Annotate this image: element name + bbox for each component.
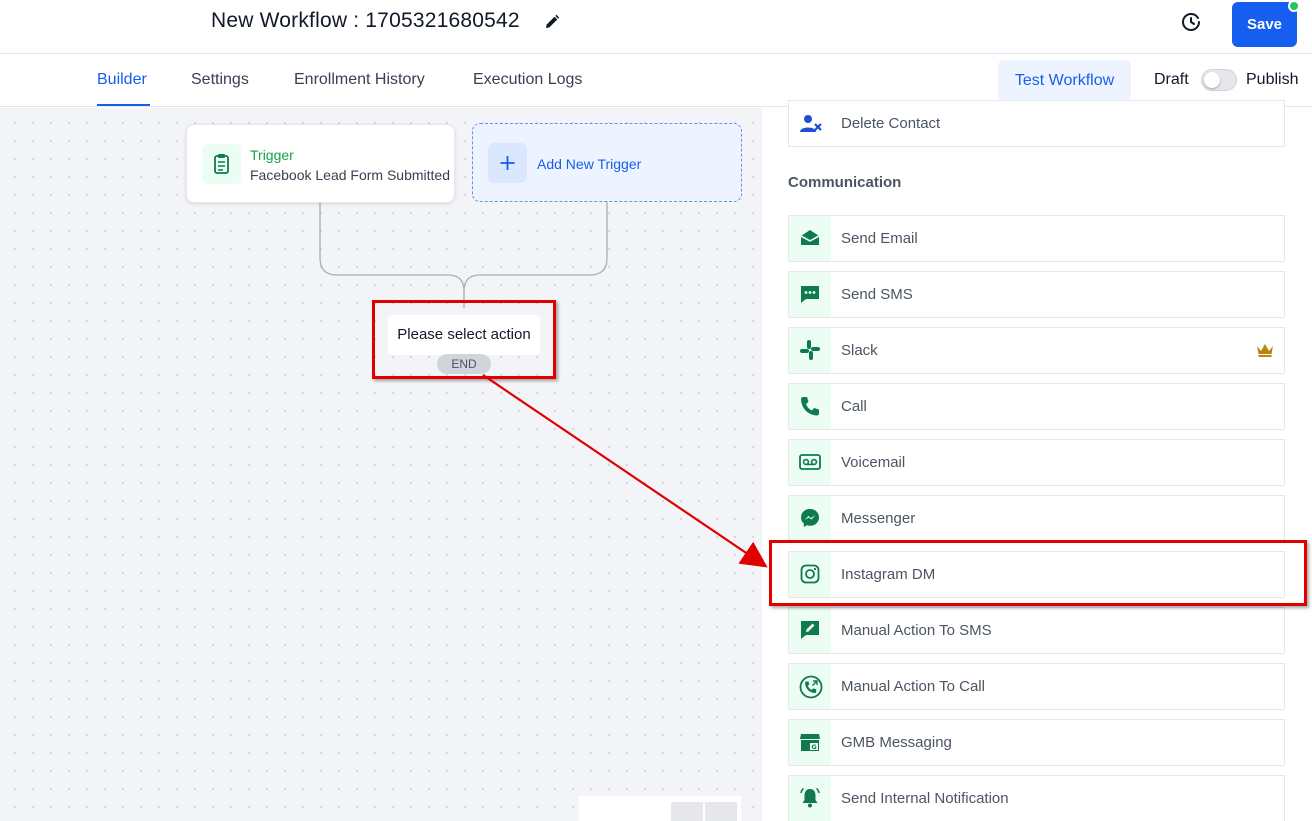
action-call[interactable]: Call [788, 383, 1285, 430]
zoom-control-button[interactable] [705, 802, 737, 821]
action-manual-action-to-call[interactable]: Manual Action To Call [788, 663, 1285, 710]
action-gmb-messaging[interactable]: G GMB Messaging [788, 719, 1285, 766]
section-title: Communication [788, 174, 902, 191]
voicemail-icon [789, 440, 831, 485]
status-dot [1288, 0, 1300, 12]
action-slack[interactable]: Slack [788, 327, 1285, 374]
active-tab-indicator [97, 104, 150, 106]
annotation-highlight-select-action [372, 300, 556, 379]
tab-enrollment-history[interactable]: Enrollment History [294, 71, 425, 89]
test-workflow-button[interactable]: Test Workflow [998, 60, 1131, 101]
action-send-sms[interactable]: Send SMS [788, 271, 1285, 318]
publish-toggle[interactable] [1201, 69, 1237, 91]
sms-bubble-icon [789, 272, 831, 317]
action-label: Slack [841, 342, 878, 359]
envelope-icon [789, 216, 831, 261]
workflow-title: New Workflow : 1705321680542 [211, 9, 520, 32]
save-button[interactable]: Save [1232, 2, 1297, 47]
messenger-icon [789, 496, 831, 541]
toggle-knob [1204, 72, 1220, 88]
svg-text:G: G [811, 743, 816, 751]
publish-label: Publish [1246, 71, 1299, 88]
phone-icon [789, 384, 831, 429]
action-label: GMB Messaging [841, 734, 952, 751]
add-new-trigger-button[interactable]: Add New Trigger [472, 123, 742, 202]
action-label: Call [841, 398, 867, 415]
trigger-node[interactable]: Trigger Facebook Lead Form Submitted [186, 124, 455, 203]
action-label: Send Internal Notification [841, 790, 1009, 807]
action-manual-action-to-sms[interactable]: Manual Action To SMS [788, 607, 1285, 654]
action-delete-contact[interactable]: Delete Contact [788, 100, 1285, 147]
clipboard-icon [202, 144, 241, 184]
actions-panel: Delete Contact Communication Send Email … [762, 100, 1312, 821]
action-voicemail[interactable]: Voicemail [788, 439, 1285, 486]
trigger-subtitle: Facebook Lead Form Submitted [250, 167, 450, 183]
tab-settings[interactable]: Settings [191, 71, 249, 89]
user-x-icon [789, 101, 831, 146]
bell-icon [789, 776, 831, 821]
tab-execution-logs[interactable]: Execution Logs [473, 71, 582, 89]
gmb-store-icon: G [789, 720, 831, 765]
manual-call-icon [789, 664, 831, 709]
tab-builder[interactable]: Builder [97, 71, 147, 89]
slack-icon [789, 328, 831, 373]
draft-label: Draft [1154, 71, 1189, 88]
action-label: Manual Action To Call [841, 678, 985, 695]
pencil-edit-icon[interactable] [542, 12, 562, 32]
history-clock-icon[interactable] [1179, 10, 1203, 34]
workflow-canvas[interactable]: Trigger Facebook Lead Form Submitted Add… [0, 108, 762, 821]
plus-icon [488, 143, 527, 183]
action-messenger[interactable]: Messenger [788, 495, 1285, 542]
action-label: Delete Contact [841, 115, 941, 132]
action-send-internal-notification[interactable]: Send Internal Notification [788, 775, 1285, 821]
annotation-highlight-instagram-dm [769, 540, 1307, 606]
trigger-title: Trigger [250, 147, 294, 163]
action-label: Voicemail [841, 454, 906, 471]
connector-lines [319, 202, 608, 308]
manual-sms-icon [789, 608, 831, 653]
top-bar: New Workflow : 1705321680542 Save [0, 0, 1312, 54]
zoom-control-button[interactable] [671, 802, 703, 821]
action-send-email[interactable]: Send Email [788, 215, 1285, 262]
add-trigger-label: Add New Trigger [537, 156, 642, 172]
action-label: Send Email [841, 230, 918, 247]
action-label: Messenger [841, 510, 916, 527]
canvas-controls [579, 796, 741, 821]
premium-crown-icon [1256, 342, 1274, 363]
action-label: Manual Action To SMS [841, 622, 992, 639]
action-label: Send SMS [841, 286, 913, 303]
